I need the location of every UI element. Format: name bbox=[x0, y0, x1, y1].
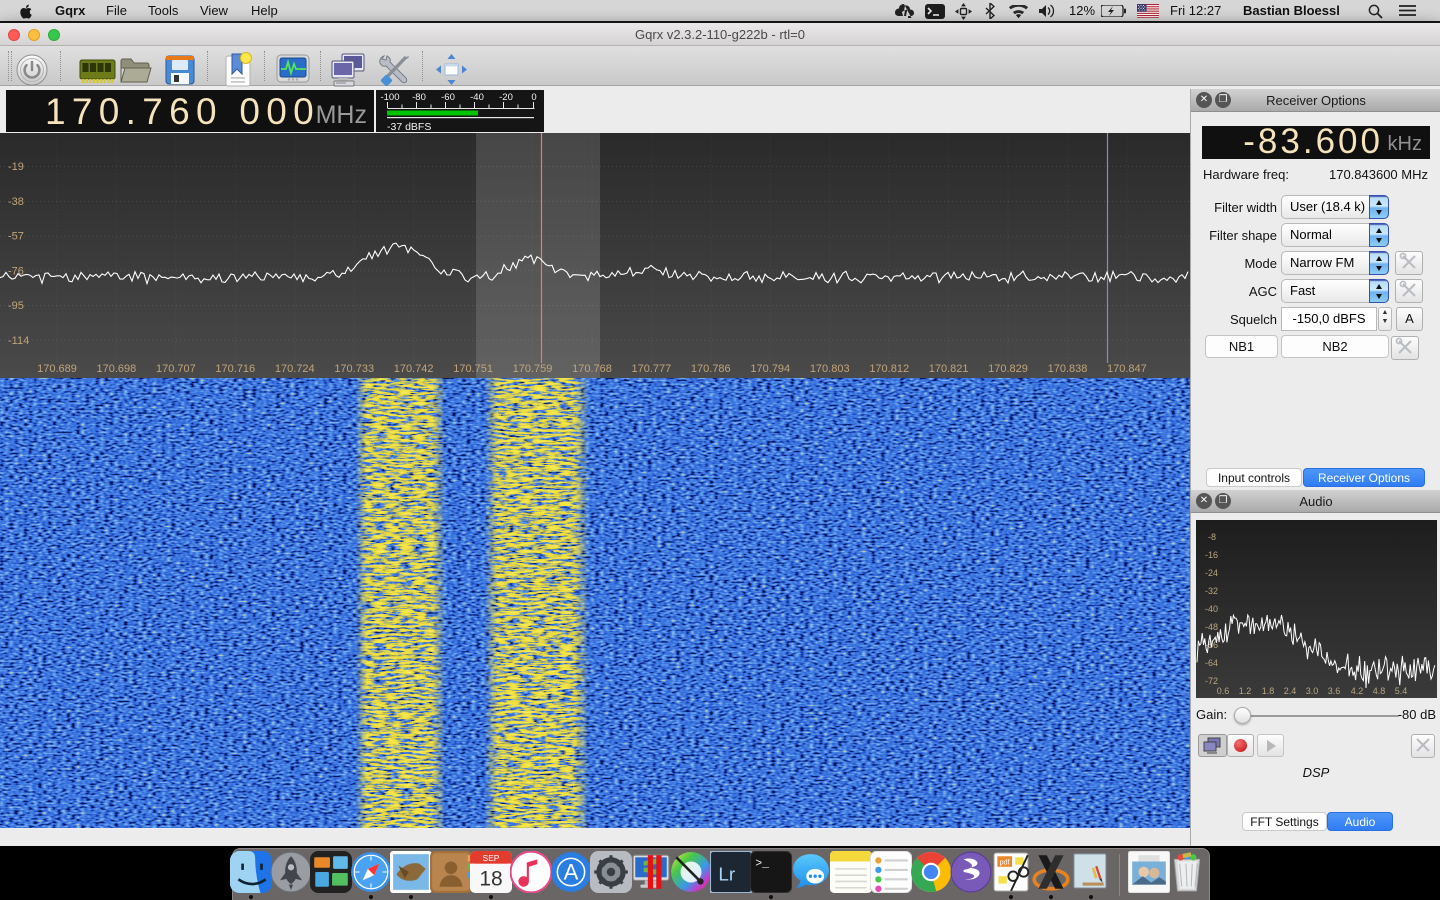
svg-text:-80: -80 bbox=[412, 92, 426, 103]
svg-text:-8: -8 bbox=[1208, 532, 1216, 542]
svg-text:170.829: 170.829 bbox=[988, 363, 1028, 375]
svg-text:170.821: 170.821 bbox=[929, 363, 969, 375]
svg-text:170.733: 170.733 bbox=[334, 363, 374, 375]
svg-text:-32: -32 bbox=[1205, 586, 1218, 596]
svg-text:1.2: 1.2 bbox=[1239, 686, 1252, 696]
svg-text:3.6: 3.6 bbox=[1328, 686, 1341, 696]
svg-text:170.786: 170.786 bbox=[691, 363, 731, 375]
svg-text:170.847: 170.847 bbox=[1107, 363, 1147, 375]
svg-text:-19: -19 bbox=[8, 161, 24, 173]
svg-text:5.4: 5.4 bbox=[1395, 686, 1408, 696]
svg-text:>_: >_ bbox=[755, 858, 769, 871]
svg-text:pdf: pdf bbox=[999, 858, 1010, 867]
svg-text:-37 dBFS: -37 dBFS bbox=[387, 121, 431, 132]
svg-text:Lr: Lr bbox=[718, 864, 735, 885]
svg-text:170.724: 170.724 bbox=[275, 363, 315, 375]
svg-text:170.742: 170.742 bbox=[394, 363, 434, 375]
svg-text:170.707: 170.707 bbox=[156, 363, 196, 375]
svg-text:2.4: 2.4 bbox=[1284, 686, 1297, 696]
svg-text:1.8: 1.8 bbox=[1262, 686, 1275, 696]
svg-text:-24: -24 bbox=[1205, 568, 1218, 578]
svg-text:170.794: 170.794 bbox=[750, 363, 790, 375]
svg-text:-100: -100 bbox=[380, 92, 399, 103]
svg-text:170.768: 170.768 bbox=[572, 363, 612, 375]
svg-text:-64: -64 bbox=[1205, 658, 1218, 668]
svg-text:170.812: 170.812 bbox=[869, 363, 909, 375]
svg-text:-48: -48 bbox=[1205, 622, 1218, 632]
svg-text:A: A bbox=[564, 859, 579, 884]
svg-text:4.8: 4.8 bbox=[1373, 686, 1386, 696]
svg-text:-57: -57 bbox=[8, 231, 24, 243]
svg-text:4.2: 4.2 bbox=[1351, 686, 1364, 696]
svg-text:18: 18 bbox=[479, 868, 502, 891]
svg-text:170.698: 170.698 bbox=[97, 363, 137, 375]
svg-text:-16: -16 bbox=[1205, 550, 1218, 560]
svg-text:0: 0 bbox=[531, 92, 536, 103]
svg-text:-38: -38 bbox=[8, 196, 24, 208]
svg-text:SEP: SEP bbox=[483, 853, 500, 863]
svg-text:-95: -95 bbox=[8, 300, 24, 312]
svg-text:170.777: 170.777 bbox=[632, 363, 672, 375]
svg-text:-40: -40 bbox=[1205, 604, 1218, 614]
svg-text:-60: -60 bbox=[441, 92, 455, 103]
svg-text:-72: -72 bbox=[1205, 676, 1218, 686]
svg-text:-76: -76 bbox=[8, 265, 24, 277]
svg-text:-40: -40 bbox=[470, 92, 484, 103]
svg-text:0.6: 0.6 bbox=[1217, 686, 1230, 696]
svg-text:170.759: 170.759 bbox=[513, 363, 553, 375]
svg-text:170.803: 170.803 bbox=[810, 363, 850, 375]
svg-text:-114: -114 bbox=[8, 335, 29, 347]
svg-text:170.689: 170.689 bbox=[37, 363, 77, 375]
svg-text:3.0: 3.0 bbox=[1306, 686, 1319, 696]
svg-text:-20: -20 bbox=[499, 92, 513, 103]
svg-text:170.716: 170.716 bbox=[215, 363, 255, 375]
svg-text:170.838: 170.838 bbox=[1048, 363, 1088, 375]
svg-text:170.751: 170.751 bbox=[453, 363, 493, 375]
